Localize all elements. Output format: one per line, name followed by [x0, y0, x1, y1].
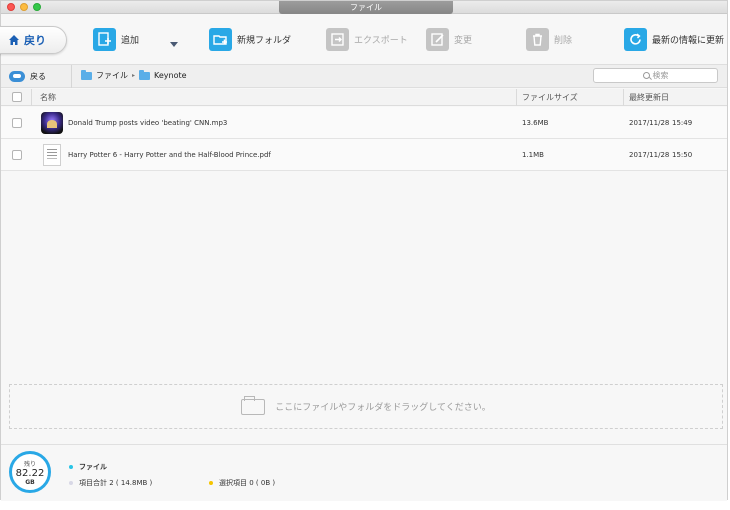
delete-button[interactable]: 削除	[526, 28, 572, 51]
pdf-file-icon	[43, 139, 61, 171]
trash-icon	[526, 28, 549, 51]
row-checkbox[interactable]	[12, 107, 22, 139]
table-row[interactable]: Donald Trump posts video 'beating' CNN.m…	[1, 107, 727, 139]
cloud-icon	[9, 71, 25, 82]
legend-files: ファイル	[69, 462, 107, 472]
change-button[interactable]: 変更	[426, 28, 472, 51]
zoom-window-button[interactable]	[33, 3, 41, 11]
nav-back-button[interactable]: 戻る	[9, 68, 67, 85]
audio-file-icon	[41, 107, 63, 139]
file-size: 1.1MB	[522, 151, 544, 159]
edit-icon	[426, 28, 449, 51]
row-checkbox[interactable]	[12, 139, 22, 171]
select-all-checkbox[interactable]	[12, 92, 22, 103]
column-divider	[516, 89, 517, 106]
folder-icon	[139, 69, 151, 80]
export-label: エクスポート	[354, 36, 408, 46]
window-title: ファイル	[279, 1, 453, 14]
new-folder-icon	[209, 28, 232, 51]
drop-zone-text: ここにファイルやフォルダをドラッグしてください。	[275, 403, 491, 413]
legend-selected-label: 選択項目 0 ( 0B )	[219, 479, 276, 487]
search-input[interactable]: 検索	[593, 68, 718, 83]
refresh-button[interactable]: 最新の情報に更新	[624, 28, 724, 51]
file-time: 15:50	[672, 151, 693, 159]
legend-total: 項目合計 2 ( 14.8MB )	[69, 478, 152, 488]
breadcrumb-item-keynote[interactable]: Keynote	[154, 71, 187, 80]
file-name: Donald Trump posts video 'beating' CNN.m…	[68, 119, 228, 127]
app-window: ファイル 戻り 追加 新規フォルダ エクスポート 変更 削除 最新の情報に更新 …	[0, 0, 728, 501]
legend-files-label: ファイル	[79, 463, 107, 471]
add-label: 追加	[121, 36, 140, 46]
refresh-icon	[624, 28, 647, 51]
nav-divider	[71, 65, 72, 88]
search-placeholder: 検索	[652, 71, 669, 80]
change-label: 変更	[454, 36, 473, 46]
storage-unit: GB	[25, 478, 35, 486]
column-header-size[interactable]: ファイルサイズ	[522, 89, 578, 106]
file-size: 13.6MB	[522, 119, 549, 127]
file-time: 15:49	[672, 119, 693, 127]
legend-total-label: 項目合計 2 ( 14.8MB )	[79, 479, 153, 487]
column-header-name[interactable]: 名称	[40, 89, 56, 106]
legend-selected: 選択項目 0 ( 0B )	[209, 478, 275, 488]
delete-label: 削除	[554, 36, 573, 46]
folder-outline-icon	[241, 395, 266, 415]
home-icon	[9, 35, 19, 45]
new-folder-button[interactable]: 新規フォルダ	[209, 28, 291, 51]
drop-zone[interactable]: ここにファイルやフォルダをドラッグしてください。	[9, 384, 723, 429]
refresh-label: 最新の情報に更新	[652, 36, 725, 46]
files-dot-icon	[69, 465, 73, 469]
storage-gauge: 残り 82.22 GB	[9, 451, 51, 493]
folder-icon	[81, 69, 92, 80]
close-window-button[interactable]	[7, 3, 15, 11]
file-name: Harry Potter 6 - Harry Potter and the Ha…	[68, 151, 271, 159]
selected-dot-icon	[209, 481, 213, 485]
file-date: 2017/11/28	[629, 151, 670, 159]
table-row[interactable]: Harry Potter 6 - Harry Potter and the Ha…	[1, 139, 727, 171]
nav-back-label: 戻る	[30, 72, 46, 81]
table-header: 名称 ファイルサイズ 最終更新日	[1, 89, 727, 106]
navigation-bar: 戻る ファイル ▸ Keynote 検索	[1, 64, 727, 88]
add-button[interactable]: 追加	[93, 28, 139, 51]
breadcrumb: ファイル ▸ Keynote	[81, 69, 187, 81]
add-dropdown-arrow-icon[interactable]	[170, 42, 178, 47]
new-folder-label: 新規フォルダ	[237, 36, 292, 46]
column-divider	[623, 89, 624, 106]
toolbar: 戻り 追加 新規フォルダ エクスポート 変更 削除 最新の情報に更新	[0, 15, 727, 65]
column-divider	[31, 89, 32, 106]
status-bar: 残り 82.22 GB ファイル 項目合計 2 ( 14.8MB ) 選択項目 …	[1, 444, 727, 501]
add-file-icon	[93, 28, 116, 51]
search-icon	[642, 72, 650, 79]
total-dot-icon	[69, 481, 73, 485]
file-date: 2017/11/28	[629, 119, 670, 127]
column-header-modified[interactable]: 最終更新日	[629, 89, 669, 106]
export-icon	[326, 28, 349, 51]
title-bar: ファイル	[1, 1, 727, 14]
storage-remaining-value: 82.22	[15, 467, 45, 479]
breadcrumb-separator-icon: ▸	[132, 72, 136, 79]
back-home-button[interactable]: 戻り	[0, 26, 67, 54]
breadcrumb-item-files[interactable]: ファイル	[96, 70, 128, 81]
back-home-label: 戻り	[24, 34, 46, 47]
minimize-window-button[interactable]	[20, 3, 28, 11]
export-button[interactable]: エクスポート	[326, 28, 408, 51]
storage-remaining-label: 残り	[23, 460, 36, 468]
